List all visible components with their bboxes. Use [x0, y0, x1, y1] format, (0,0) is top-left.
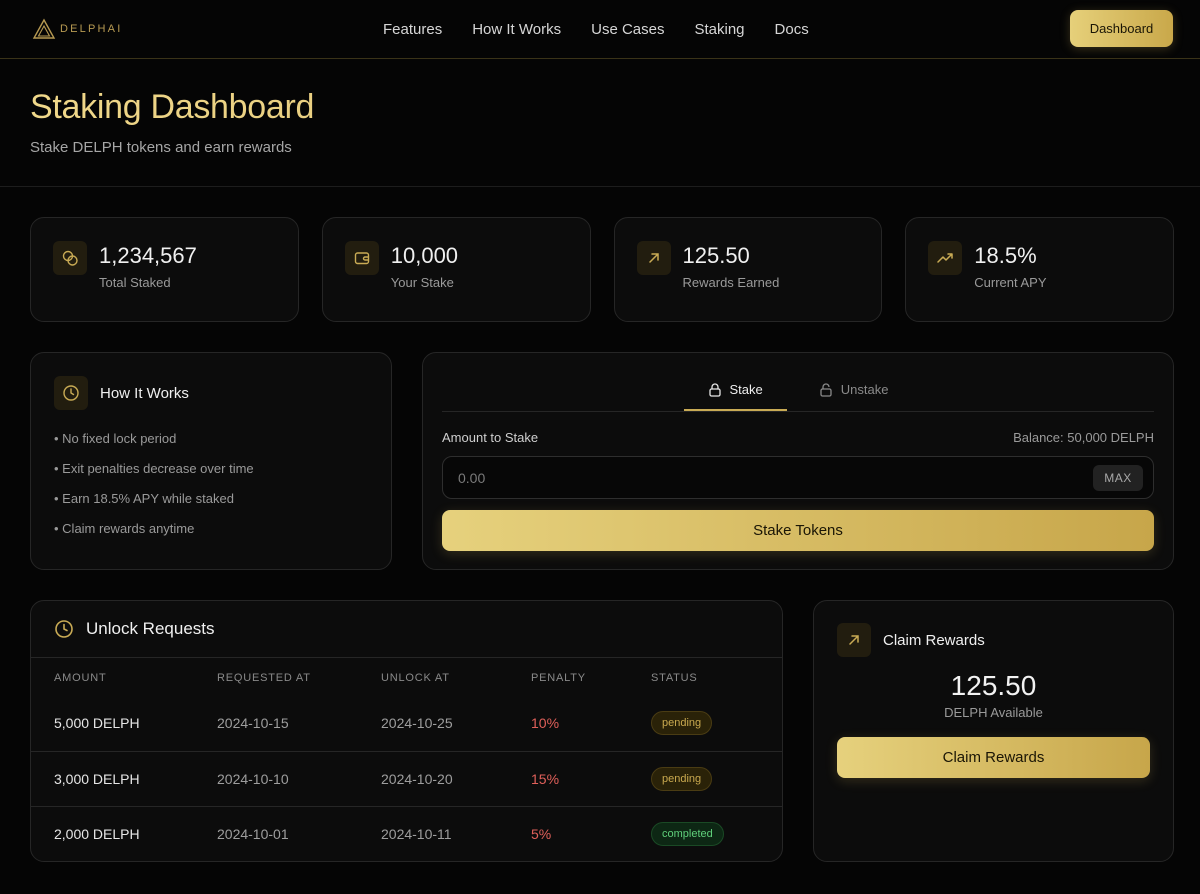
status-badge: pending: [651, 766, 713, 791]
stat-value: 10,000: [390, 243, 459, 268]
stat-label: Rewards Earned: [682, 275, 780, 290]
cell-unlock-at: 2024-10-20: [381, 770, 453, 787]
cell-requested-at: 2024-10-10: [217, 770, 289, 787]
nav-link-how-it-works[interactable]: How It Works: [472, 21, 561, 38]
column-header: REQUESTED AT: [217, 672, 311, 684]
page-subtitle: Stake DELPH tokens and earn rewards: [30, 139, 292, 156]
table-row: 2,000 DELPH 2024-10-01 2024-10-11 5% com…: [31, 806, 782, 861]
status-badge: pending: [651, 711, 713, 736]
column-header: PENALTY: [531, 672, 586, 684]
stat-card-rewards-earned: 125.50 Rewards Earned: [613, 217, 883, 322]
nav-link-use-cases[interactable]: Use Cases: [591, 21, 664, 38]
amount-input-wrapper: MAX: [442, 456, 1154, 499]
how-it-works-card: How It Works • No fixed lock period • Ex…: [30, 352, 392, 570]
list-item: • Exit penalties decrease over time: [54, 461, 254, 476]
arrow-up-right-icon: [837, 623, 871, 657]
list-item: • Earn 18.5% APY while staked: [54, 491, 234, 506]
stat-card-current-apy: 18.5% Current APY: [905, 217, 1174, 322]
how-it-works-list: • No fixed lock period • Exit penalties …: [54, 431, 368, 551]
clock-icon: [54, 376, 88, 410]
claim-rewards-card: Claim Rewards 125.50 DELPH Available Cla…: [813, 600, 1174, 862]
column-header: UNLOCK AT: [381, 672, 450, 684]
page-title: Staking Dashboard: [30, 88, 1170, 127]
cell-requested-at: 2024-10-15: [217, 715, 289, 732]
stat-label: Current APY: [974, 275, 1047, 290]
cell-amount: 5,000 DELPH: [54, 715, 140, 732]
amount-label: Amount to Stake: [442, 430, 539, 445]
stat-label: Total Staked: [99, 275, 171, 290]
stat-card-your-stake: 10,000 Your Stake: [321, 217, 591, 322]
cell-unlock-at: 2024-10-11: [381, 825, 452, 842]
cell-unlock-at: 2024-10-25: [381, 715, 453, 732]
nav-link-staking[interactable]: Staking: [694, 21, 744, 38]
cell-requested-at: 2024-10-01: [217, 825, 289, 842]
clock-icon: [55, 620, 73, 638]
cell-penalty: 5%: [531, 825, 552, 842]
cell-amount: 2,000 DELPH: [54, 825, 140, 842]
cell-amount: 3,000 DELPH: [54, 770, 140, 787]
wallet-icon: [344, 241, 379, 275]
stake-panel: Stake Unstake Amount to Stake Balance: 5…: [422, 352, 1174, 570]
max-button[interactable]: MAX: [1093, 464, 1143, 491]
tab-unstake-label: Unstake: [840, 382, 889, 397]
stat-value: 125.50: [682, 243, 750, 268]
coins-icon: [53, 241, 87, 275]
table-row: 3,000 DELPH 2024-10-10 2024-10-20 15% pe…: [31, 751, 782, 806]
lock-icon: [708, 383, 721, 397]
column-header: AMOUNT: [54, 672, 107, 684]
stats-row: 1,234,567 Total Staked 10,000 Your Stake…: [30, 217, 1174, 322]
amount-input[interactable]: [458, 469, 1093, 486]
delphai-logo-icon: [32, 18, 56, 39]
nav-link-docs[interactable]: Docs: [775, 21, 809, 38]
claim-amount: 125.50: [950, 670, 1037, 701]
logo[interactable]: DELPHAI: [32, 18, 122, 40]
tab-stake-label: Stake: [729, 382, 763, 397]
nav-link-features[interactable]: Features: [383, 21, 442, 38]
stake-tokens-button[interactable]: Stake Tokens: [442, 510, 1154, 551]
claim-rewards-button[interactable]: Claim Rewards: [837, 737, 1150, 778]
list-item: • No fixed lock period: [54, 431, 177, 446]
column-header: STATUS: [651, 672, 698, 684]
balance-text: Balance: 50,000 DELPH: [1013, 430, 1154, 445]
unlock-requests-card: Unlock Requests AMOUNT REQUESTED AT UNLO…: [30, 600, 783, 862]
tab-unstake[interactable]: Unstake: [795, 370, 913, 411]
stat-value: 1,234,567: [99, 243, 197, 268]
brand-name: DELPHAI: [60, 23, 123, 35]
unlock-requests-title: Unlock Requests: [86, 619, 215, 638]
cell-penalty: 10%: [531, 715, 560, 732]
top-nav: DELPHAI Features How It Works Use Cases …: [0, 0, 1200, 59]
stake-tabs: Stake Unstake: [442, 370, 1154, 412]
trending-up-icon: [928, 241, 963, 275]
nav-links: Features How It Works Use Cases Staking …: [383, 0, 809, 59]
unlock-icon: [820, 383, 832, 397]
how-it-works-title: How It Works: [100, 384, 189, 402]
claim-available-label: DELPH Available: [944, 705, 1043, 720]
cell-penalty: 15%: [531, 770, 560, 787]
stat-value: 18.5%: [974, 243, 1037, 268]
unlock-requests-table: AMOUNT REQUESTED AT UNLOCK AT PENALTY ST…: [31, 658, 782, 861]
status-badge: completed: [651, 821, 724, 846]
arrow-up-right-icon: [636, 241, 671, 275]
claim-rewards-title: Claim Rewards: [883, 631, 985, 649]
page-header: Staking Dashboard Stake DELPH tokens and…: [0, 59, 1200, 187]
table-row: 5,000 DELPH 2024-10-15 2024-10-25 10% pe…: [31, 696, 782, 751]
stat-label: Your Stake: [390, 275, 454, 290]
list-item: • Claim rewards anytime: [54, 521, 195, 536]
dashboard-button[interactable]: Dashboard: [1070, 10, 1173, 47]
stat-card-total-staked: 1,234,567 Total Staked: [30, 217, 299, 322]
tab-stake[interactable]: Stake: [683, 370, 787, 411]
